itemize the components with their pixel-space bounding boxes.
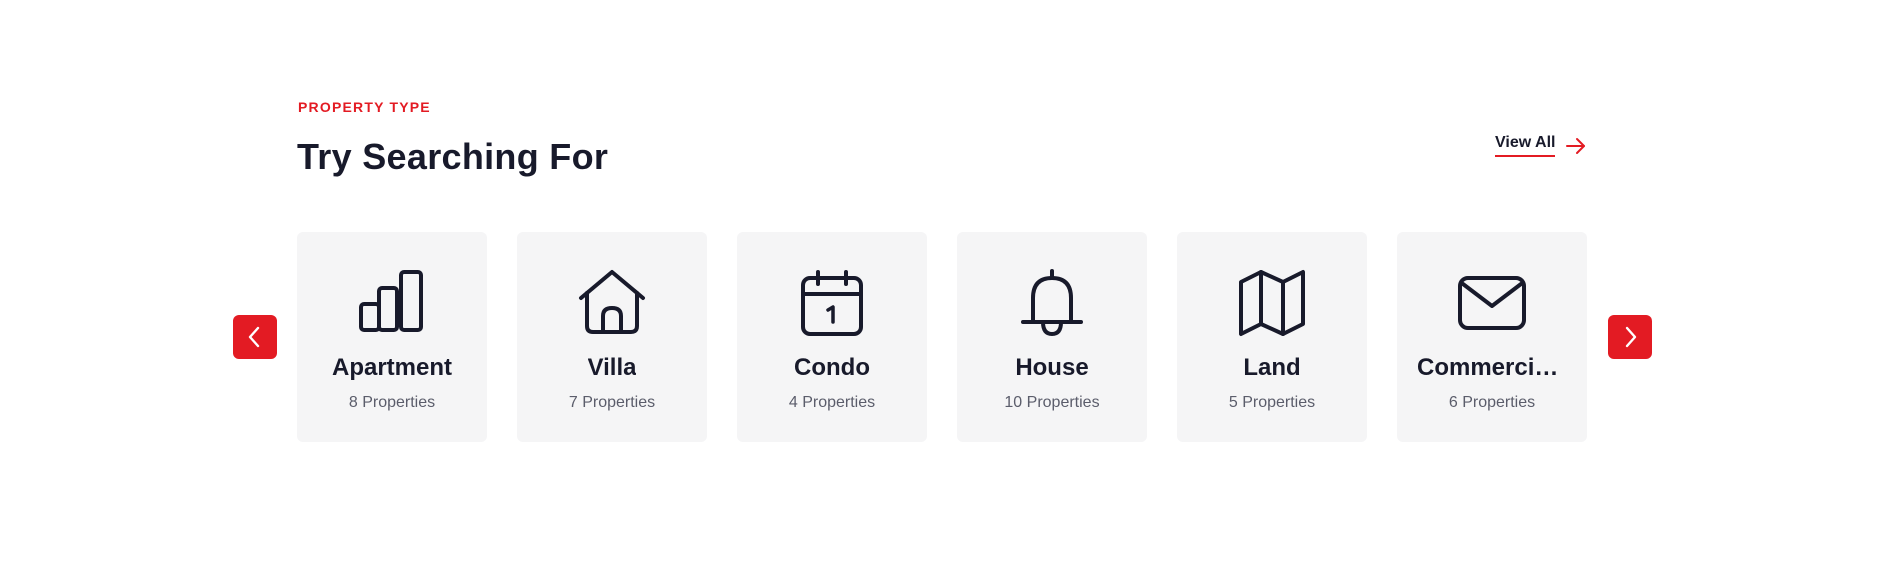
property-card-count: 8 Properties xyxy=(348,394,436,411)
property-card-count: 7 Properties xyxy=(568,394,656,411)
envelope-icon xyxy=(1457,268,1527,338)
property-card-name: Land xyxy=(1243,354,1301,381)
property-card-house[interactable]: House 10 Properties xyxy=(957,232,1147,442)
chevron-right-icon xyxy=(1621,326,1639,348)
property-card-villa[interactable]: Villa 7 Properties xyxy=(517,232,707,442)
property-card-name: Apartment xyxy=(331,354,452,381)
property-card-land[interactable]: Land 5 Properties xyxy=(1177,232,1367,442)
view-all-link[interactable]: View All xyxy=(1495,134,1587,157)
section-eyebrow: PROPERTY TYPE xyxy=(298,99,431,115)
property-card-condo[interactable]: Condo 4 Properties xyxy=(737,232,927,442)
section-title: Try Searching For xyxy=(297,136,609,177)
property-card-count: 10 Properties xyxy=(1004,394,1100,411)
carousel-prev-button[interactable] xyxy=(233,315,277,359)
property-type-section: PROPERTY TYPE Try Searching For View All xyxy=(0,0,1883,568)
bell-icon xyxy=(1017,268,1087,338)
property-card-count: 6 Properties xyxy=(1448,394,1536,411)
bar-chart-icon xyxy=(357,268,427,338)
property-card-name: House xyxy=(1015,354,1089,381)
property-card-apartment[interactable]: Apartment 8 Properties xyxy=(297,232,487,442)
property-type-cards: Apartment 8 Properties Villa 7 Propertie… xyxy=(297,232,1587,442)
map-icon xyxy=(1237,268,1307,338)
view-all-label: View All xyxy=(1495,134,1556,157)
calendar-icon xyxy=(797,268,867,338)
house-icon xyxy=(577,268,647,338)
arrow-right-icon xyxy=(1565,137,1587,155)
property-card-commercial[interactable]: Commercia... 6 Properties xyxy=(1397,232,1587,442)
chevron-left-icon xyxy=(246,326,264,348)
property-card-count: 5 Properties xyxy=(1228,394,1316,411)
property-card-name: Villa xyxy=(587,354,637,381)
property-card-name: Condo xyxy=(794,354,870,381)
property-card-count: 4 Properties xyxy=(788,394,876,411)
property-card-name: Commercia... xyxy=(1417,354,1567,381)
carousel-next-button[interactable] xyxy=(1608,315,1652,359)
